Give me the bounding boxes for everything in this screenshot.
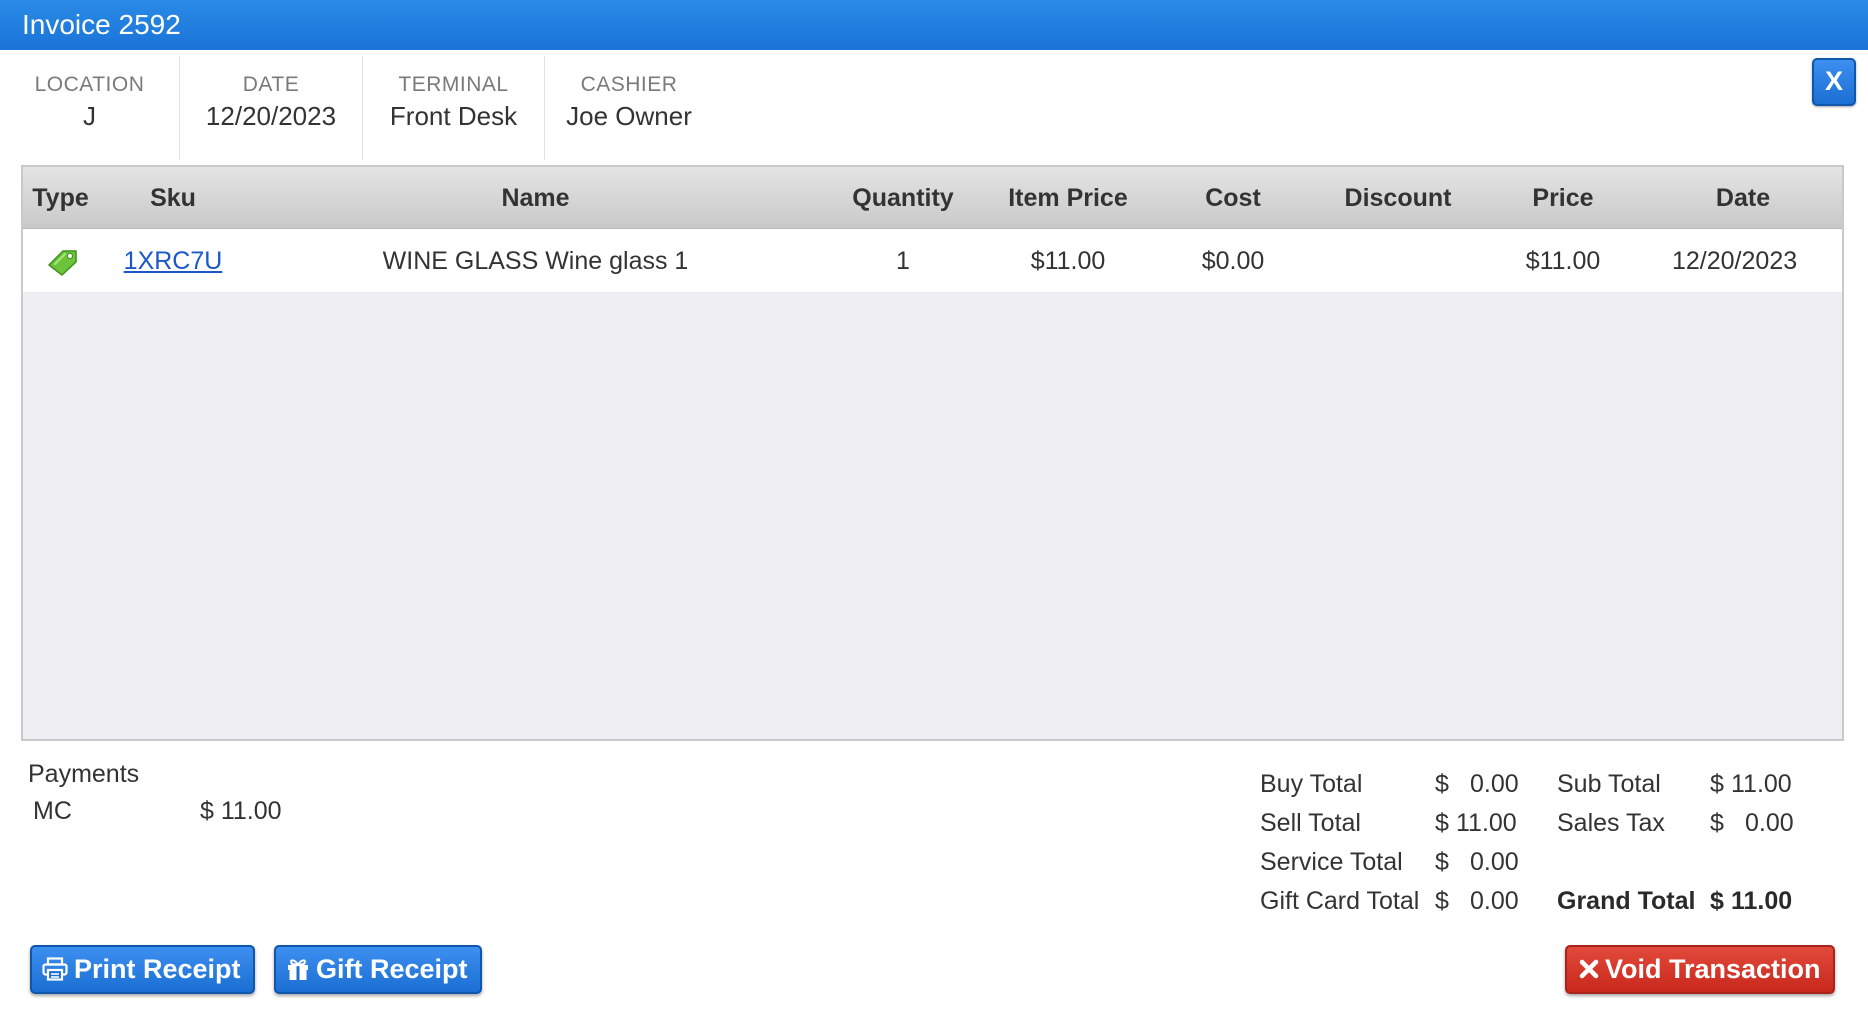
gift-receipt-label: Gift Receipt: [316, 954, 468, 984]
sell-total-label: Sell Total: [1260, 809, 1361, 837]
cell-price: $11.00: [1525, 247, 1601, 275]
window-title-bar: Invoice 2592: [0, 0, 1868, 50]
grand-total-label: Grand Total: [1557, 887, 1696, 915]
gift-card-total-currency: $: [1435, 887, 1449, 915]
payment-amount: $ 11.00: [200, 797, 282, 825]
meta-location-value: J: [83, 101, 96, 131]
buy-total-amount: 0.00: [1470, 770, 1519, 798]
gift-card-total-amount: 0.00: [1470, 887, 1519, 915]
sell-total-currency: $: [1435, 809, 1449, 837]
printer-icon: [42, 957, 68, 981]
print-receipt-label: Print Receipt: [74, 954, 241, 984]
service-total-label: Service Total: [1260, 848, 1403, 876]
service-total-currency: $: [1435, 848, 1449, 876]
gift-receipt-button[interactable]: Gift Receipt: [274, 945, 482, 994]
meta-location: LOCATION J: [0, 56, 180, 160]
x-icon: [1579, 959, 1599, 979]
meta-terminal: TERMINAL Front Desk: [363, 56, 545, 160]
cell-quantity: 1: [896, 247, 910, 275]
column-header-type[interactable]: Type: [23, 167, 98, 229]
column-header-name[interactable]: Name: [248, 167, 823, 229]
sku-link[interactable]: 1XRC7U: [98, 229, 248, 293]
column-header-item-price[interactable]: Item Price: [983, 167, 1153, 229]
sub-total-currency: $: [1710, 770, 1724, 798]
close-button[interactable]: X: [1812, 58, 1856, 106]
grand-total-amount: 11.00: [1731, 887, 1793, 915]
print-receipt-button[interactable]: Print Receipt: [30, 945, 255, 994]
table-row[interactable]: 1XRC7U WINE GLASS Wine glass 1 1 $11.00 …: [23, 229, 1842, 293]
column-header-sku[interactable]: Sku: [98, 167, 248, 229]
meta-cashier-label: CASHIER: [580, 73, 678, 96]
cell-name: WINE GLASS Wine glass 1: [382, 247, 689, 275]
sell-total-amount: 11.00: [1456, 809, 1517, 837]
sales-tax-currency: $: [1710, 809, 1724, 837]
sub-total-label: Sub Total: [1557, 770, 1661, 798]
gift-card-total-label: Gift Card Total: [1260, 887, 1420, 915]
grand-total-currency: $: [1710, 887, 1724, 915]
cell-cost: $0.00: [1201, 247, 1265, 275]
meta-cashier-value: Joe Owner: [566, 101, 692, 131]
table-header: Type Sku Name Quantity Item Price Cost D…: [23, 167, 1842, 229]
column-header-date[interactable]: Date: [1643, 167, 1842, 229]
void-transaction-label: Void Transaction: [1605, 954, 1821, 984]
void-transaction-button[interactable]: Void Transaction: [1565, 945, 1835, 994]
column-header-price[interactable]: Price: [1483, 167, 1643, 229]
meta-date: DATE 12/20/2023: [180, 56, 363, 160]
payments-title: Payments: [28, 760, 140, 788]
gift-icon: [288, 959, 308, 980]
meta-cashier: CASHIER Joe Owner: [545, 56, 713, 160]
column-header-cost[interactable]: Cost: [1153, 167, 1313, 229]
cell-discount: [1313, 229, 1483, 293]
meta-date-label: DATE: [242, 73, 300, 96]
column-header-quantity[interactable]: Quantity: [823, 167, 983, 229]
window-title: Invoice 2592: [22, 9, 181, 40]
meta-location-label: LOCATION: [34, 73, 145, 96]
column-header-discount[interactable]: Discount: [1313, 167, 1483, 229]
sales-tax-label: Sales Tax: [1557, 809, 1665, 837]
meta-terminal-value: Front Desk: [389, 101, 518, 131]
payment-method: MC: [33, 797, 72, 825]
meta-date-value: 12/20/2023: [205, 101, 337, 131]
buy-total-currency: $: [1435, 770, 1449, 798]
line-items-table: Type Sku Name Quantity Item Price Cost D…: [21, 165, 1844, 741]
tag-icon: [48, 250, 77, 276]
sales-tax-amount: 0.00: [1745, 809, 1794, 837]
cell-date: 12/20/2023: [1672, 247, 1798, 275]
cell-item-price: $11.00: [1030, 247, 1106, 275]
meta-terminal-label: TERMINAL: [398, 73, 509, 96]
service-total-amount: 0.00: [1470, 848, 1519, 876]
sub-total-amount: 11.00: [1731, 770, 1792, 798]
buy-total-label: Buy Total: [1260, 770, 1363, 798]
